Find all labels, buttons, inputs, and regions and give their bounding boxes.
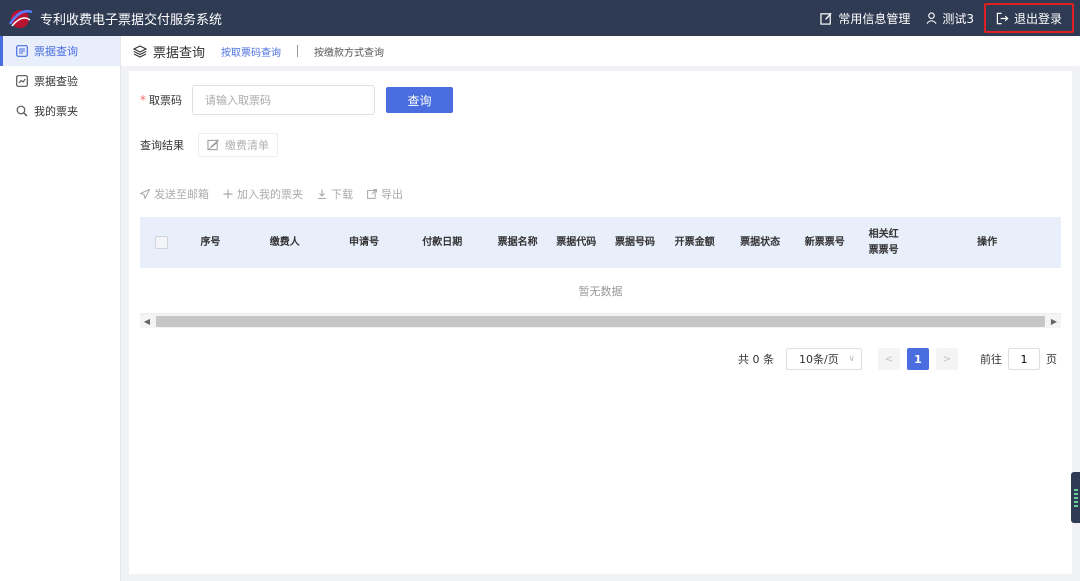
result-row: 查询结果 缴费清单 xyxy=(140,133,278,157)
goto-page-input[interactable] xyxy=(1008,348,1040,370)
required-mark: * xyxy=(140,93,146,107)
select-all-cell xyxy=(140,217,183,268)
add-to-folder-label: 加入我的票夹 xyxy=(237,188,303,201)
top-header: 专利收费电子票据交付服务系统 常用信息管理 测试3 退出登录 xyxy=(0,0,1080,36)
empty-table-message: 暂无数据 xyxy=(140,268,1061,314)
export-icon xyxy=(367,189,377,199)
page-title-text: 票据查询 xyxy=(153,45,206,61)
column-header-operation: 操作 xyxy=(977,236,998,248)
column-header-ticket-name: 票据名称 xyxy=(497,236,538,248)
scrollbar-thumb[interactable] xyxy=(156,315,1045,327)
scroll-left-arrow-icon[interactable]: ◀ xyxy=(140,314,154,328)
download-label: 下载 xyxy=(331,188,353,201)
column-header-invoice-amount: 开票金额 xyxy=(674,236,715,248)
app-title: 专利收费电子票据交付服务系统 xyxy=(40,12,223,28)
send-email-label: 发送至邮箱 xyxy=(154,188,209,201)
column-header-payer: 缴费人 xyxy=(269,236,300,248)
total-count: 共 0 条 xyxy=(738,353,774,366)
action-bar: 发送至邮箱 加入我的票夹 下载 导出 xyxy=(140,186,417,202)
common-info-manage-button[interactable]: 常用信息管理 xyxy=(820,10,910,27)
search-icon xyxy=(16,105,28,117)
prev-page-button[interactable]: < xyxy=(878,348,900,370)
sidebar-item-label: 我的票夹 xyxy=(34,105,78,118)
goto-prefix: 前往 xyxy=(980,353,1002,366)
sidebar-item-ticket-query[interactable]: 票据查询 xyxy=(0,36,120,66)
tab-query-by-payment[interactable]: 按缴款方式查询 xyxy=(314,44,384,59)
page-size-select[interactable]: 10条/页 ∨ xyxy=(786,348,862,370)
edit-note-icon xyxy=(207,139,219,151)
column-header-payment-date: 付款日期 xyxy=(422,236,463,248)
chart-box-icon xyxy=(16,75,28,87)
export-label: 导出 xyxy=(381,188,403,201)
select-all-checkbox[interactable] xyxy=(155,236,169,249)
sidebar: 票据查询 票据查验 我的票夹 xyxy=(0,36,121,581)
ticket-code-label: 取票码 xyxy=(149,94,182,107)
tab-query-by-code[interactable]: 按取票码查询 xyxy=(221,44,281,59)
chevron-left-icon: < xyxy=(884,353,894,365)
logout-button[interactable]: 退出登录 xyxy=(983,3,1074,33)
handle-grip xyxy=(1073,504,1078,507)
handle-grip xyxy=(1073,488,1078,491)
ticket-table: 序号 缴费人 申请号 付款日期 票据名称 票据代码 票据号码 开票金额 票据状态… xyxy=(140,217,1061,328)
query-form: * 取票码 查询 xyxy=(140,85,453,115)
app-logo xyxy=(6,6,34,30)
scroll-right-arrow-icon[interactable]: ▶ xyxy=(1047,314,1061,328)
user-menu[interactable]: 测试3 xyxy=(926,10,974,27)
table-header: 序号 缴费人 申请号 付款日期 票据名称 票据代码 票据号码 开票金额 票据状态… xyxy=(140,217,1061,268)
handle-grip xyxy=(1073,492,1078,495)
column-header-application-no: 申请号 xyxy=(349,236,380,248)
logout-label: 退出登录 xyxy=(1013,11,1062,26)
tab-divider xyxy=(297,45,299,57)
handle-grip xyxy=(1073,496,1078,499)
column-header-red-ticket-no: 相关红票票号 xyxy=(868,228,899,256)
next-page-button[interactable]: > xyxy=(936,348,958,370)
fee-list-label: 缴费清单 xyxy=(225,139,269,152)
result-label: 查询结果 xyxy=(140,139,184,152)
logout-icon xyxy=(996,12,1009,24)
column-header-new-ticket-no: 新票票号 xyxy=(804,236,845,248)
sidebar-item-label: 票据查询 xyxy=(34,45,78,58)
column-header-ticket-status: 票据状态 xyxy=(740,236,781,248)
fee-list-button[interactable]: 缴费清单 xyxy=(198,133,278,157)
floating-side-handle[interactable] xyxy=(1071,472,1080,523)
page-number-button[interactable]: 1 xyxy=(907,348,929,370)
page-title: 票据查询 xyxy=(133,42,205,61)
send-email-button[interactable]: 发送至邮箱 xyxy=(140,186,209,202)
column-header-ticket-number: 票据号码 xyxy=(614,236,655,248)
chevron-down-icon: ∨ xyxy=(848,354,855,364)
edit-icon xyxy=(820,12,832,25)
main-panel: * 取票码 查询 查询结果 缴费清单 发送至邮箱 加入我的票夹 下载 导出 xyxy=(129,71,1072,574)
user-icon xyxy=(926,12,937,24)
handle-grip xyxy=(1073,500,1078,503)
page-size-value: 10条/页 xyxy=(799,353,839,366)
download-button[interactable]: 下载 xyxy=(317,186,353,202)
sidebar-item-ticket-verify[interactable]: 票据查验 xyxy=(0,66,120,96)
sidebar-item-label: 票据查验 xyxy=(34,75,78,88)
chevron-right-icon: > xyxy=(942,353,952,365)
horizontal-scrollbar[interactable]: ◀ ▶ xyxy=(140,314,1061,328)
user-name: 测试3 xyxy=(942,11,974,26)
column-header-ticket-code: 票据代码 xyxy=(556,236,597,248)
export-button[interactable]: 导出 xyxy=(367,186,403,202)
add-to-folder-button[interactable]: 加入我的票夹 xyxy=(223,186,303,202)
goto-suffix: 页 xyxy=(1046,353,1057,366)
send-icon xyxy=(140,189,150,199)
pagination: 共 0 条 10条/页 ∨ < 1 > 前往 页 xyxy=(738,348,1057,370)
query-button[interactable]: 查询 xyxy=(386,87,453,113)
sidebar-item-my-folder[interactable]: 我的票夹 xyxy=(0,96,120,126)
ticket-code-input[interactable] xyxy=(192,85,375,115)
common-info-manage-label: 常用信息管理 xyxy=(838,11,911,26)
column-header-index: 序号 xyxy=(200,236,221,248)
plus-icon xyxy=(223,189,233,199)
download-icon xyxy=(318,189,326,199)
layers-icon xyxy=(133,44,147,58)
tab-bar: 票据查询 按取票码查询 按缴款方式查询 xyxy=(121,36,1080,66)
list-icon xyxy=(16,45,28,57)
